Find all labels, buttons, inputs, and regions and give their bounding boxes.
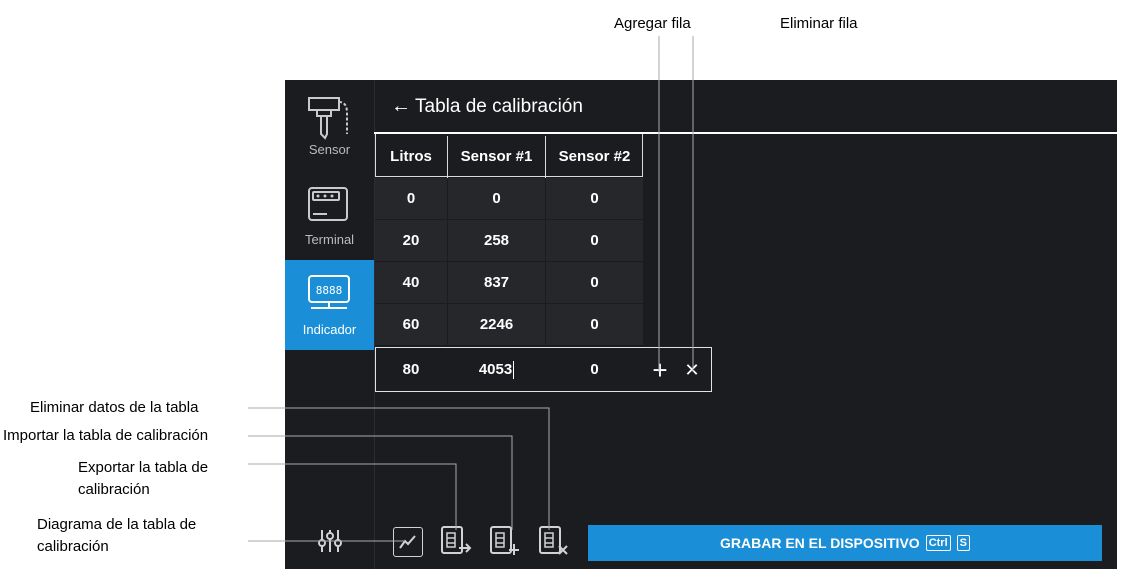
back-arrow-icon[interactable]: ← bbox=[391, 95, 411, 118]
indicator-icon: 8888 bbox=[308, 275, 350, 309]
cell-sensor2[interactable]: 0 bbox=[546, 304, 643, 346]
save-to-device-button[interactable]: GRABAR EN EL DISPOSITIVO Ctrl S bbox=[588, 525, 1102, 561]
cell-sensor2[interactable]: 0 bbox=[546, 349, 643, 391]
sidebar-item-label: Terminal bbox=[304, 232, 355, 247]
sidebar-item-terminal[interactable]: Terminal bbox=[285, 170, 374, 260]
text-cursor bbox=[513, 361, 515, 380]
clear-table-icon[interactable] bbox=[537, 524, 571, 558]
cell-litros[interactable]: 20 bbox=[375, 220, 447, 262]
cell-sensor2[interactable]: 0 bbox=[546, 178, 643, 220]
column-header-sensor1: Sensor #1 bbox=[448, 136, 546, 178]
cell-litros[interactable]: 40 bbox=[375, 262, 447, 304]
sidebar-item-indicator[interactable]: 8888 Indicador bbox=[285, 260, 374, 350]
page-title: Tabla de calibración bbox=[415, 96, 583, 117]
cell-litros[interactable]: 60 bbox=[375, 304, 447, 346]
cell-sensor1[interactable]: 837 bbox=[448, 262, 545, 304]
sidebar-item-sensor[interactable]: Sensor bbox=[285, 80, 374, 170]
shortcut-ctrl: Ctrl bbox=[925, 535, 951, 551]
terminal-icon bbox=[308, 187, 348, 221]
delete-row-button[interactable]: ✕ bbox=[679, 349, 705, 391]
cell-sensor1-value: 4053 bbox=[478, 361, 513, 378]
shortcut-key: S bbox=[956, 535, 970, 551]
column-header-litros: Litros bbox=[375, 136, 448, 178]
annotation-diagram-table: Diagrama de la tabla de calibración bbox=[37, 516, 197, 555]
app-window: Sensor Terminal 8888 Indicador ← Tabla d… bbox=[285, 80, 1117, 569]
line-chart-icon bbox=[399, 535, 416, 549]
save-to-device-label: GRABAR EN EL DISPOSITIVO bbox=[720, 535, 920, 551]
cell-litros[interactable]: 0 bbox=[375, 178, 447, 220]
annotation-import-table: Importar la tabla de calibración bbox=[3, 427, 209, 444]
annotation-export-table: Exportar la tabla de calibración bbox=[78, 459, 209, 498]
annotation-add-row: Agregar fila bbox=[614, 15, 691, 32]
cell-sensor1-editing[interactable]: 4053 bbox=[448, 349, 545, 391]
settings-sliders-icon[interactable] bbox=[315, 526, 345, 556]
svg-text:8888: 8888 bbox=[316, 284, 343, 297]
cell-sensor2[interactable]: 0 bbox=[546, 262, 643, 304]
sidebar-item-label: Sensor bbox=[308, 142, 351, 157]
annotation-clear-table: Eliminar datos de la tabla bbox=[30, 399, 199, 416]
add-row-button[interactable]: + bbox=[647, 349, 673, 391]
cell-sensor2[interactable]: 0 bbox=[546, 220, 643, 262]
sensor-icon bbox=[308, 97, 348, 140]
column-header-sensor2: Sensor #2 bbox=[558, 148, 631, 165]
cell-sensor1[interactable]: 2246 bbox=[448, 304, 545, 346]
export-table-icon[interactable] bbox=[439, 524, 473, 558]
cell-sensor1[interactable]: 258 bbox=[448, 220, 545, 262]
import-table-icon[interactable] bbox=[488, 524, 522, 558]
cell-litros[interactable]: 80 bbox=[375, 349, 447, 391]
cell-sensor1[interactable]: 0 bbox=[448, 178, 545, 220]
sidebar-item-label: Indicador bbox=[302, 322, 357, 337]
annotation-delete-row: Eliminar fila bbox=[780, 15, 858, 32]
chart-diagram-button[interactable] bbox=[393, 527, 423, 557]
